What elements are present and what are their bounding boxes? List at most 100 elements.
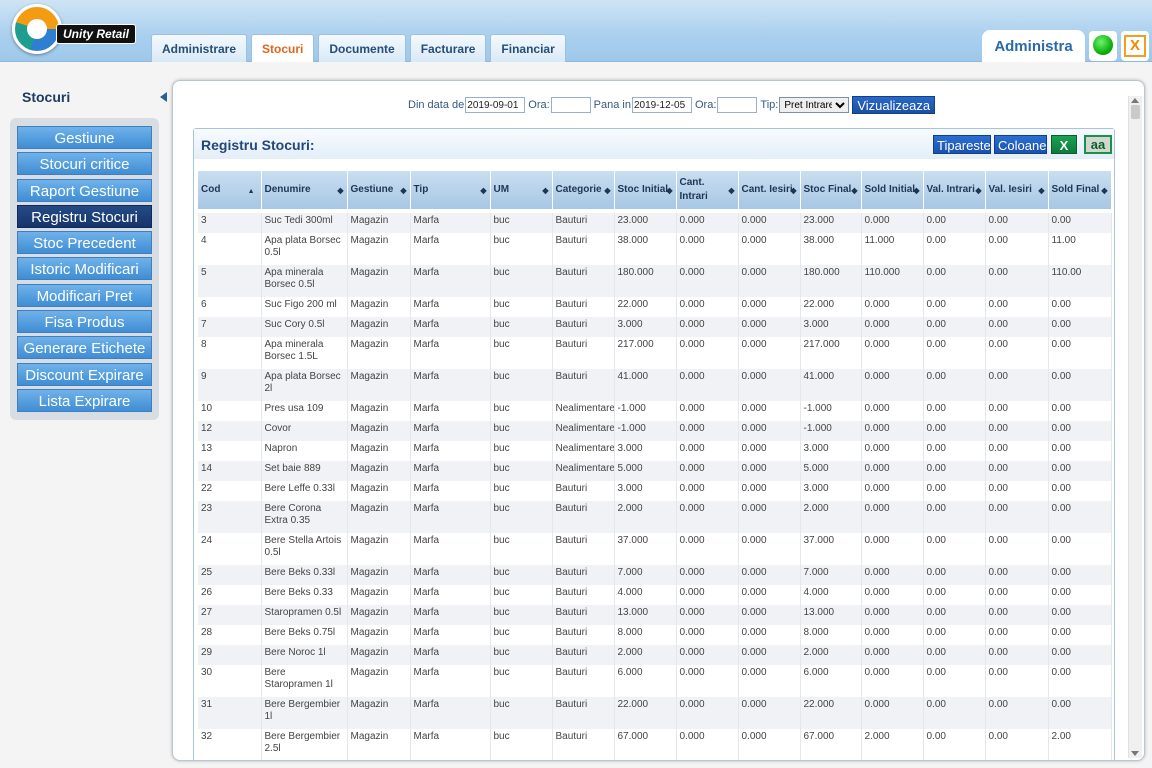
table-cell: 0.00 bbox=[923, 317, 986, 337]
table-row[interactable]: 27 Staropramen 0.5l Magazin Marfa buc Bauturi… bbox=[198, 605, 1112, 625]
from-date-input[interactable] bbox=[465, 97, 526, 113]
scroll-down-icon[interactable] bbox=[1131, 751, 1139, 756]
table-row[interactable]: 5 Apa minerala Borsec 0.5l Magazin Marfa buc… bbox=[198, 265, 1112, 297]
table-cell: 0.00 bbox=[923, 461, 986, 481]
table-cell: Set baie 889 bbox=[261, 461, 348, 481]
sidebar-item-lista-expirare[interactable]: Lista Expirare bbox=[17, 388, 152, 412]
table-cell: 0.000 bbox=[676, 729, 739, 760]
table-cell: buc bbox=[490, 585, 553, 605]
column-header-val-iesiri[interactable]: Val. Iesiri ◆ bbox=[985, 171, 1049, 209]
sidebar-item-generare-etichete[interactable]: Generare Etichete bbox=[17, 336, 152, 360]
scroll-up-icon[interactable] bbox=[1131, 98, 1139, 103]
table-cell: Bere Leffe 0.33l bbox=[261, 481, 348, 501]
table-row[interactable]: 22 Bere Leffe 0.33l Magazin Marfa buc Bauturi… bbox=[198, 481, 1112, 501]
table-row[interactable]: 24 Bere Stella Artois 0.5l Magazin Marfa buc… bbox=[198, 533, 1112, 565]
table-row[interactable]: 3 Suc Tedi 300ml Magazin Marfa buc Bauturi 23.… bbox=[198, 213, 1112, 233]
tab-financiar[interactable]: Financiar bbox=[490, 34, 566, 62]
excel-export-button[interactable]: X bbox=[1051, 135, 1077, 154]
table-row[interactable]: 6 Suc Figo 200 ml Magazin Marfa buc Bauturi 22… bbox=[198, 297, 1112, 317]
table-cell: 38.000 bbox=[800, 233, 862, 265]
to-date-input[interactable] bbox=[631, 97, 692, 113]
column-header-sold-initial[interactable]: Sold Initial ◆ bbox=[861, 171, 924, 209]
table-row[interactable]: 9 Apa plata Borsec 2l Magazin Marfa buc Bautu… bbox=[198, 369, 1112, 401]
view-button[interactable]: Vizualizeaza bbox=[852, 96, 936, 114]
column-header-label: Cant. Iesiri bbox=[741, 184, 793, 195]
to-time-input[interactable] bbox=[717, 97, 758, 113]
tab-facturare[interactable]: Facturare bbox=[409, 34, 487, 62]
table-cell: 0.00 bbox=[1048, 585, 1112, 605]
sidebar-item-gestiune[interactable]: Gestiune bbox=[17, 126, 152, 149]
table-cell: Magazin bbox=[347, 297, 411, 317]
sidebar-item-stoc-precedent[interactable]: Stoc Precedent bbox=[17, 231, 152, 255]
table-row[interactable]: 28 Bere Beks 0.75l Magazin Marfa buc Bauturi 8… bbox=[198, 625, 1112, 645]
table-row[interactable]: 10 Pres usa 109 Magazin Marfa buc Nealimentar… bbox=[198, 401, 1112, 421]
table-row[interactable]: 23 Bere Corona Extra 0.35 Magazin Marfa buc B… bbox=[198, 501, 1112, 533]
sidebar-item-registru-stocuri[interactable]: Registru Stocuri bbox=[17, 204, 152, 228]
sidebar-item-discount-expirare[interactable]: Discount Expirare bbox=[17, 362, 152, 386]
table-cell: Magazin bbox=[347, 697, 411, 729]
status-indicator bbox=[1089, 31, 1117, 61]
table-cell: Magazin bbox=[347, 501, 411, 533]
columns-button[interactable]: Coloane bbox=[994, 135, 1047, 154]
font-size-button[interactable]: aa bbox=[1084, 135, 1112, 154]
tab-stocuri[interactable]: Stocuri bbox=[251, 34, 315, 62]
sidebar-item-modificari-pret[interactable]: Modificari Pret bbox=[17, 283, 152, 307]
table-cell: Bere Bergembier 2.5l bbox=[261, 729, 348, 760]
to-date-label: Pana in bbox=[593, 99, 631, 111]
table-row[interactable]: 30 Bere Staropramen 1l Magazin Marfa buc Baut… bbox=[198, 665, 1112, 697]
sidebar-item-istoric-modificari[interactable]: Istoric Modificari bbox=[17, 257, 152, 281]
column-header-stoc-final[interactable]: Stoc Final ◆ bbox=[800, 171, 862, 209]
table-row[interactable]: 32 Bere Bergembier 2.5l Magazin Marfa buc Bau… bbox=[198, 729, 1112, 760]
table-row[interactable]: 26 Bere Beks 0.33 Magazin Marfa buc Bauturi 4.… bbox=[198, 585, 1112, 605]
table-cell: 0.00 bbox=[985, 337, 1049, 369]
table-row[interactable]: 31 Bere Bergembier 1l Magazin Marfa buc Bautu… bbox=[198, 697, 1112, 729]
column-header-sold-final[interactable]: Sold Final ◆ bbox=[1048, 171, 1112, 209]
column-header-tip[interactable]: Tip ◆ bbox=[410, 171, 491, 209]
tab-administrare[interactable]: Administrare bbox=[151, 34, 248, 62]
table-row[interactable]: 25 Bere Beks 0.33l Magazin Marfa buc Bauturi 7… bbox=[198, 565, 1112, 585]
app-logo[interactable]: Unity Retail bbox=[12, 4, 142, 60]
table-cell: buc bbox=[490, 401, 553, 421]
sort-icon: ◆ bbox=[1101, 186, 1108, 195]
sort-icon: ◆ bbox=[604, 186, 611, 195]
sidebar-item-stocuri-critice[interactable]: Stocuri critice bbox=[17, 152, 152, 176]
column-header-denumire[interactable]: Denumire ◆ bbox=[261, 171, 348, 209]
from-time-input[interactable] bbox=[550, 97, 591, 113]
print-button[interactable]: Tipareste bbox=[933, 135, 991, 154]
table-cell: buc bbox=[490, 481, 553, 501]
type-select[interactable]: Pret Intrare bbox=[779, 97, 850, 113]
table-row[interactable]: 13 Napron Magazin Marfa buc Nealimentare 3.000… bbox=[198, 441, 1112, 461]
column-header-cant-intrari[interactable]: Cant. Intrari ◆ bbox=[676, 171, 739, 209]
column-header-stoc-initial[interactable]: Stoc Initial ◆ bbox=[614, 171, 677, 209]
collapse-sidebar-icon[interactable] bbox=[160, 92, 167, 102]
scroll-thumb[interactable] bbox=[1131, 105, 1140, 119]
table-cell: 0.000 bbox=[861, 605, 924, 625]
table-cell: 0.000 bbox=[861, 213, 924, 233]
sidebar-item-fisa-produs[interactable]: Fisa Produs bbox=[17, 310, 152, 334]
column-header-cant-iesiri[interactable]: Cant. Iesiri ◆ bbox=[738, 171, 801, 209]
sort-icon: ◆ bbox=[728, 186, 735, 195]
column-header-gestiune[interactable]: Gestiune ◆ bbox=[347, 171, 411, 209]
tab-documente[interactable]: Documente bbox=[318, 34, 406, 62]
table-row[interactable]: 29 Bere Noroc 1l Magazin Marfa buc Bauturi 2.0… bbox=[198, 645, 1112, 665]
column-header-val-intrari[interactable]: Val. Intrari ◆ bbox=[923, 171, 986, 209]
table-cell: 0.000 bbox=[861, 501, 924, 533]
table-row[interactable]: 12 Covor Magazin Marfa buc Nealimentare -1.000… bbox=[198, 421, 1112, 441]
table-cell: Magazin bbox=[347, 605, 411, 625]
column-header-cod[interactable]: Cod ▲ bbox=[198, 171, 262, 209]
table-row[interactable]: 4 Apa plata Borsec 0.5l Magazin Marfa buc Bau… bbox=[198, 233, 1112, 265]
table-cell: buc bbox=[490, 501, 553, 533]
table-cell: Magazin bbox=[347, 213, 411, 233]
column-header-um[interactable]: UM ◆ bbox=[490, 171, 553, 209]
table-row[interactable]: 14 Set baie 889 Magazin Marfa buc Nealimentar… bbox=[198, 461, 1112, 481]
user-menu[interactable]: Administra bbox=[982, 30, 1085, 62]
table-cell: 2.000 bbox=[800, 645, 862, 665]
table-cell: 0.000 bbox=[676, 317, 739, 337]
table-row[interactable]: 7 Suc Cory 0.5l Magazin Marfa buc Bauturi 3.00… bbox=[198, 317, 1112, 337]
vertical-scrollbar[interactable] bbox=[1128, 96, 1142, 758]
table-row[interactable]: 8 Apa minerala Borsec 1.5L Magazin Marfa buc… bbox=[198, 337, 1112, 369]
column-header-categorie[interactable]: Categorie ◆ bbox=[552, 171, 615, 209]
sidebar-item-raport-gestiune[interactable]: Raport Gestiune bbox=[17, 178, 152, 202]
close-button[interactable]: X bbox=[1121, 31, 1149, 61]
table-cell: Magazin bbox=[347, 369, 411, 401]
